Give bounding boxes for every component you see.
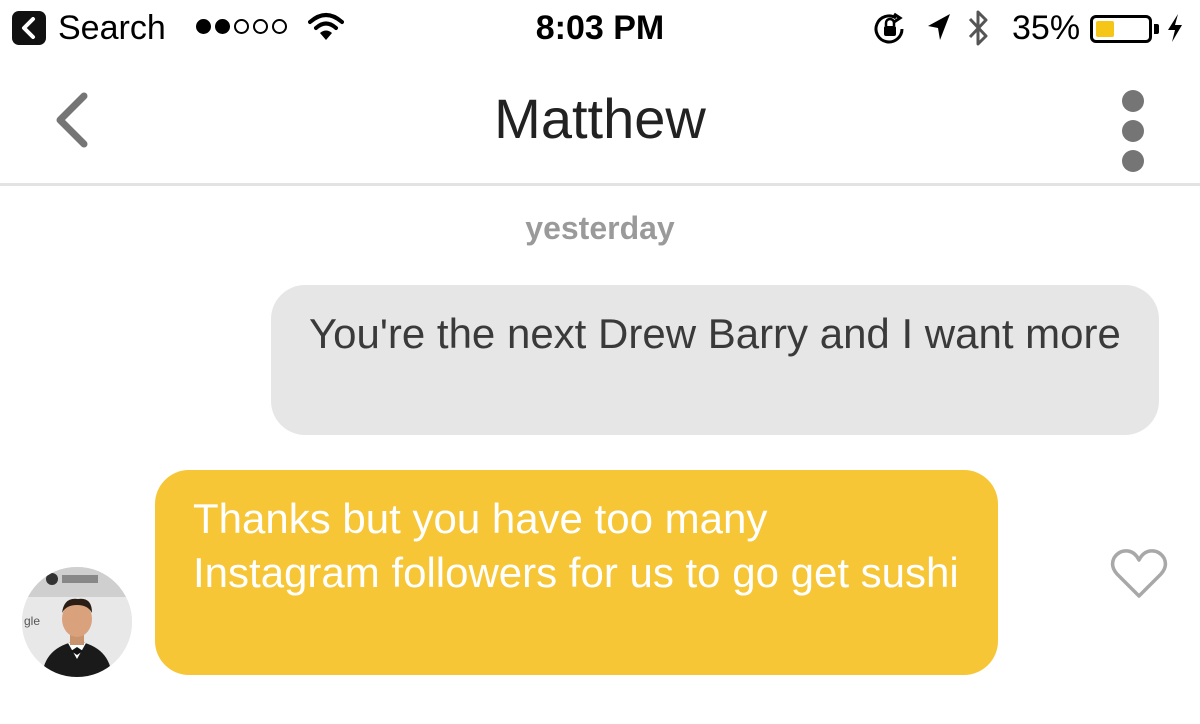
conversation-title: Matthew [494,87,706,150]
menu-dot [1122,150,1144,172]
menu-dot [1122,120,1144,142]
svg-text:gle: gle [24,614,40,628]
navigation-bar: Matthew [0,56,1200,186]
battery-tip [1154,24,1159,34]
location-arrow-icon [928,14,950,40]
battery-percentage: 35% [1012,9,1081,47]
message-timestamp: yesterday [525,210,675,246]
outgoing-message-bubble[interactable]: You're the next Drew Barry and I want mo… [271,285,1159,435]
status-bar: Search 8:03 PM 35% [0,0,1200,56]
menu-dot [1122,90,1144,112]
vertical-dots-icon[interactable] [1122,90,1148,180]
incoming-message-bubble[interactable]: Thanks but you have too many Instagram f… [155,470,998,675]
battery-icon [1090,15,1152,43]
charging-bolt-icon [1168,14,1182,42]
bluetooth-icon [968,10,988,46]
rotation-lock-icon [874,12,904,44]
battery-level [1096,21,1114,37]
profile-photo[interactable]: gle [22,567,132,677]
avatar-image: gle [22,567,132,677]
heart-outline-icon[interactable] [1110,548,1168,600]
